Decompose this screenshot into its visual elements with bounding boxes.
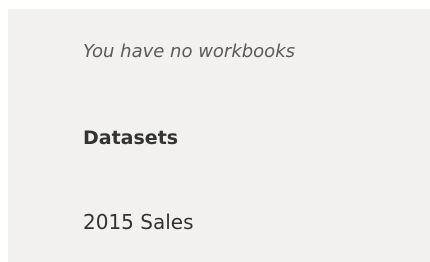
navigation-panel: You have no workbooks Datasets 2015 Sale… <box>8 9 430 262</box>
no-workbooks-message: You have no workbooks <box>83 41 296 62</box>
datasets-heading: Datasets <box>83 127 179 149</box>
dataset-item-2015-sales[interactable]: 2015 Sales <box>83 210 194 234</box>
